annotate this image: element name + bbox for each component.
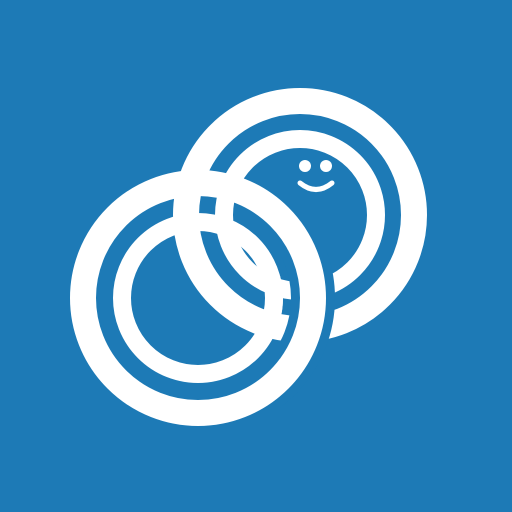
app-icon[interactable] xyxy=(0,0,512,512)
smiley-eye-right xyxy=(320,160,332,172)
smiley-eye-left xyxy=(299,160,311,172)
linked-rings-smiley-icon xyxy=(0,0,512,512)
